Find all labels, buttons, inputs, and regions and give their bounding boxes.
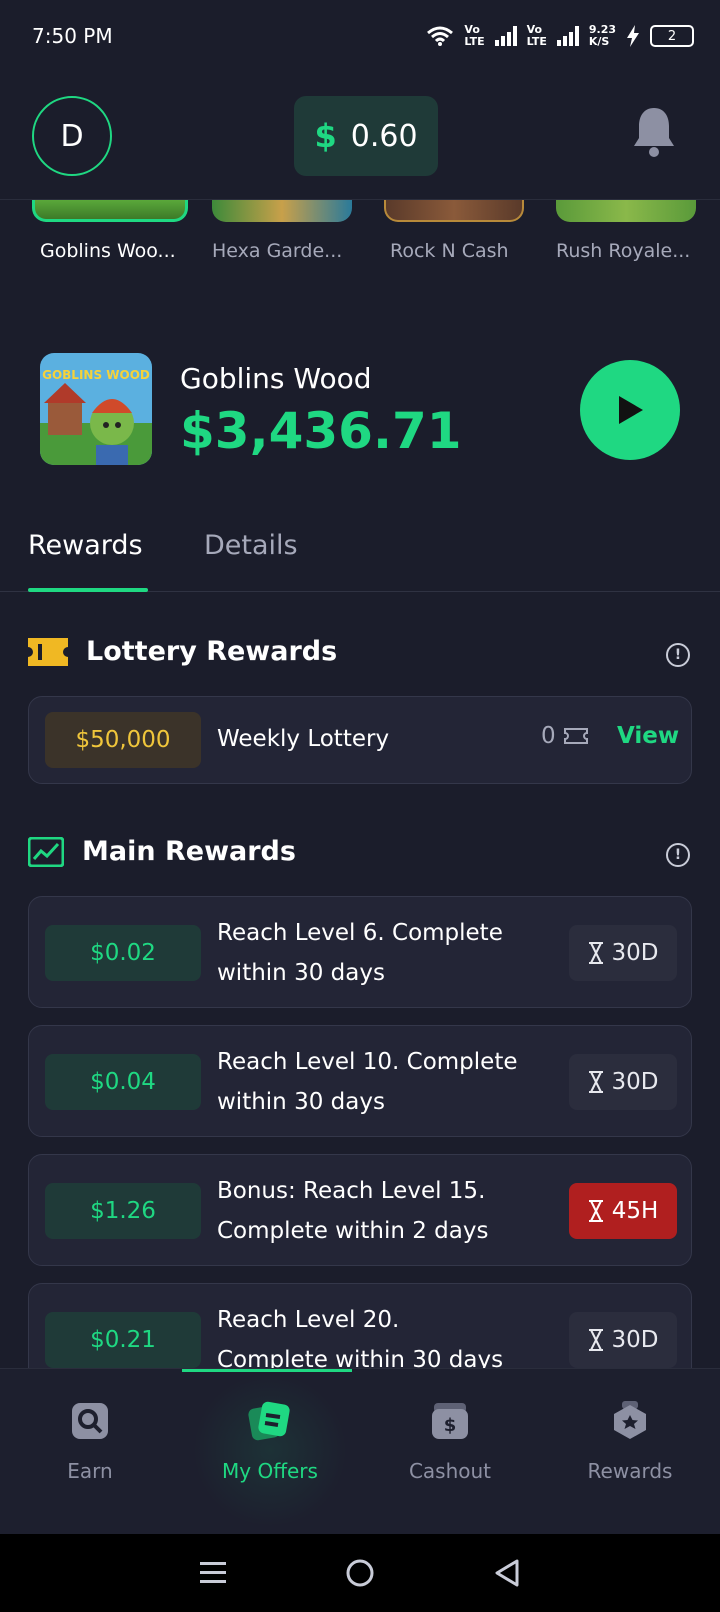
reward-time-badge: 30D	[569, 1312, 677, 1368]
nav-my-offers[interactable]: My Offers	[180, 1369, 360, 1535]
game-name-rush[interactable]: Rush Royale...	[556, 240, 716, 262]
ticket-outline-icon	[563, 728, 588, 744]
tab-rewards[interactable]: Rewards	[28, 530, 143, 561]
reward-time-badge-urgent: 45H	[569, 1183, 677, 1239]
balance-button[interactable]: $ 0.60	[294, 96, 438, 176]
status-icons: Vo LTE Vo LTE 9.23 K/S 2	[426, 24, 694, 48]
game-name-goblins[interactable]: Goblins Woo...	[40, 240, 200, 262]
nav-rewards[interactable]: Rewards	[540, 1369, 720, 1535]
status-time: 7:50 PM	[32, 24, 113, 48]
ticket-icon	[28, 637, 68, 666]
balance-value: 0.60	[350, 118, 418, 154]
hourglass-icon	[588, 1329, 603, 1351]
system-nav-bar	[0, 1534, 720, 1612]
main-rewards-info-icon[interactable]: !	[666, 843, 690, 867]
sim1-label: Vo LTE	[464, 23, 485, 48]
offer-icon-text: GOBLINS WOOD	[42, 368, 150, 382]
menu-icon[interactable]	[198, 1560, 228, 1586]
reward-amount: $0.04	[45, 1054, 201, 1110]
lottery-prize: $50,000	[45, 712, 201, 768]
dollar-icon: $	[314, 117, 337, 155]
tab-bar: Rewards Details	[0, 510, 720, 592]
search-icon	[72, 1403, 108, 1439]
signal-2-icon	[556, 26, 579, 46]
game-name-hexa[interactable]: Hexa Garde...	[212, 240, 372, 262]
goblin-artwork: GOBLINS WOOD	[40, 353, 152, 465]
reward-card[interactable]: $1.26 Bonus: Reach Level 15. Complete wi…	[28, 1154, 692, 1266]
bell-icon[interactable]	[630, 104, 678, 160]
reward-amount: $0.21	[45, 1312, 201, 1368]
game-name-rock[interactable]: Rock N Cash	[390, 240, 550, 262]
reward-card[interactable]: $0.04 Reach Level 10. Complete within 30…	[28, 1025, 692, 1137]
reward-description: Bonus: Reach Level 15. Complete within 2…	[217, 1178, 489, 1244]
lottery-name: Weekly Lottery	[217, 726, 390, 752]
chart-icon	[28, 836, 64, 867]
game-thumb-goblins[interactable]	[32, 200, 188, 222]
bottom-nav: Earn My Offers $ Cashout Rewards	[0, 1368, 720, 1534]
game-thumb-rock[interactable]	[384, 200, 524, 222]
reward-description: Reach Level 6. Complete within 30 days	[217, 920, 503, 986]
offer-game-icon: GOBLINS WOOD	[40, 353, 152, 465]
offers-icon	[248, 1401, 290, 1441]
nav-earn[interactable]: Earn	[0, 1369, 180, 1535]
reward-time-badge: 30D	[569, 925, 677, 981]
games-carousel[interactable]: Goblins Woo... Hexa Garde... Rock N Cash…	[0, 200, 720, 306]
play-icon	[619, 396, 643, 424]
lottery-ticket-count: 0	[541, 723, 588, 749]
network-speed: 9.23 K/S	[588, 23, 616, 48]
lottery-view-link[interactable]: View	[617, 723, 679, 749]
status-bar: 7:50 PM Vo LTE Vo LTE 9.23 K/S 2	[0, 0, 720, 72]
nav-cashout[interactable]: $ Cashout	[360, 1369, 540, 1535]
avatar[interactable]: D	[32, 96, 112, 176]
reward-card[interactable]: $0.02 Reach Level 6. Complete within 30 …	[28, 896, 692, 1008]
lottery-info-icon[interactable]: !	[666, 643, 690, 667]
back-icon[interactable]	[492, 1558, 522, 1588]
badge-icon	[614, 1401, 646, 1439]
game-thumb-hexa[interactable]	[212, 200, 352, 222]
home-icon[interactable]	[345, 1558, 375, 1588]
tab-details[interactable]: Details	[204, 530, 298, 561]
tab-active-indicator	[28, 588, 148, 592]
wallet-icon: $	[432, 1403, 468, 1439]
play-button[interactable]	[580, 360, 680, 460]
offer-header: GOBLINS WOOD Goblins Wood $3,436.71	[0, 306, 720, 496]
lottery-card[interactable]: $50,000 Weekly Lottery 0 View	[28, 696, 692, 784]
svg-text:$: $	[444, 1415, 457, 1436]
offer-amount: $3,436.71	[180, 402, 462, 460]
lottery-section-title: Lottery Rewards	[28, 636, 337, 667]
reward-amount: $1.26	[45, 1183, 201, 1239]
wifi-icon	[427, 26, 454, 46]
hourglass-icon	[588, 1200, 603, 1222]
battery-icon: 2	[650, 25, 694, 47]
charging-icon	[627, 25, 639, 47]
offer-title: Goblins Wood	[180, 362, 372, 395]
sim2-label: Vo LTE	[526, 23, 547, 48]
game-thumb-rush[interactable]	[556, 200, 696, 222]
hourglass-icon	[588, 1071, 603, 1093]
reward-time-badge: 30D	[569, 1054, 677, 1110]
app-header: D $ 0.60	[0, 72, 720, 200]
reward-description: Reach Level 10. Complete within 30 days	[217, 1049, 518, 1115]
signal-1-icon	[494, 26, 517, 46]
hourglass-icon	[588, 942, 603, 964]
main-rewards-section-title: Main Rewards	[28, 836, 296, 867]
reward-amount: $0.02	[45, 925, 201, 981]
